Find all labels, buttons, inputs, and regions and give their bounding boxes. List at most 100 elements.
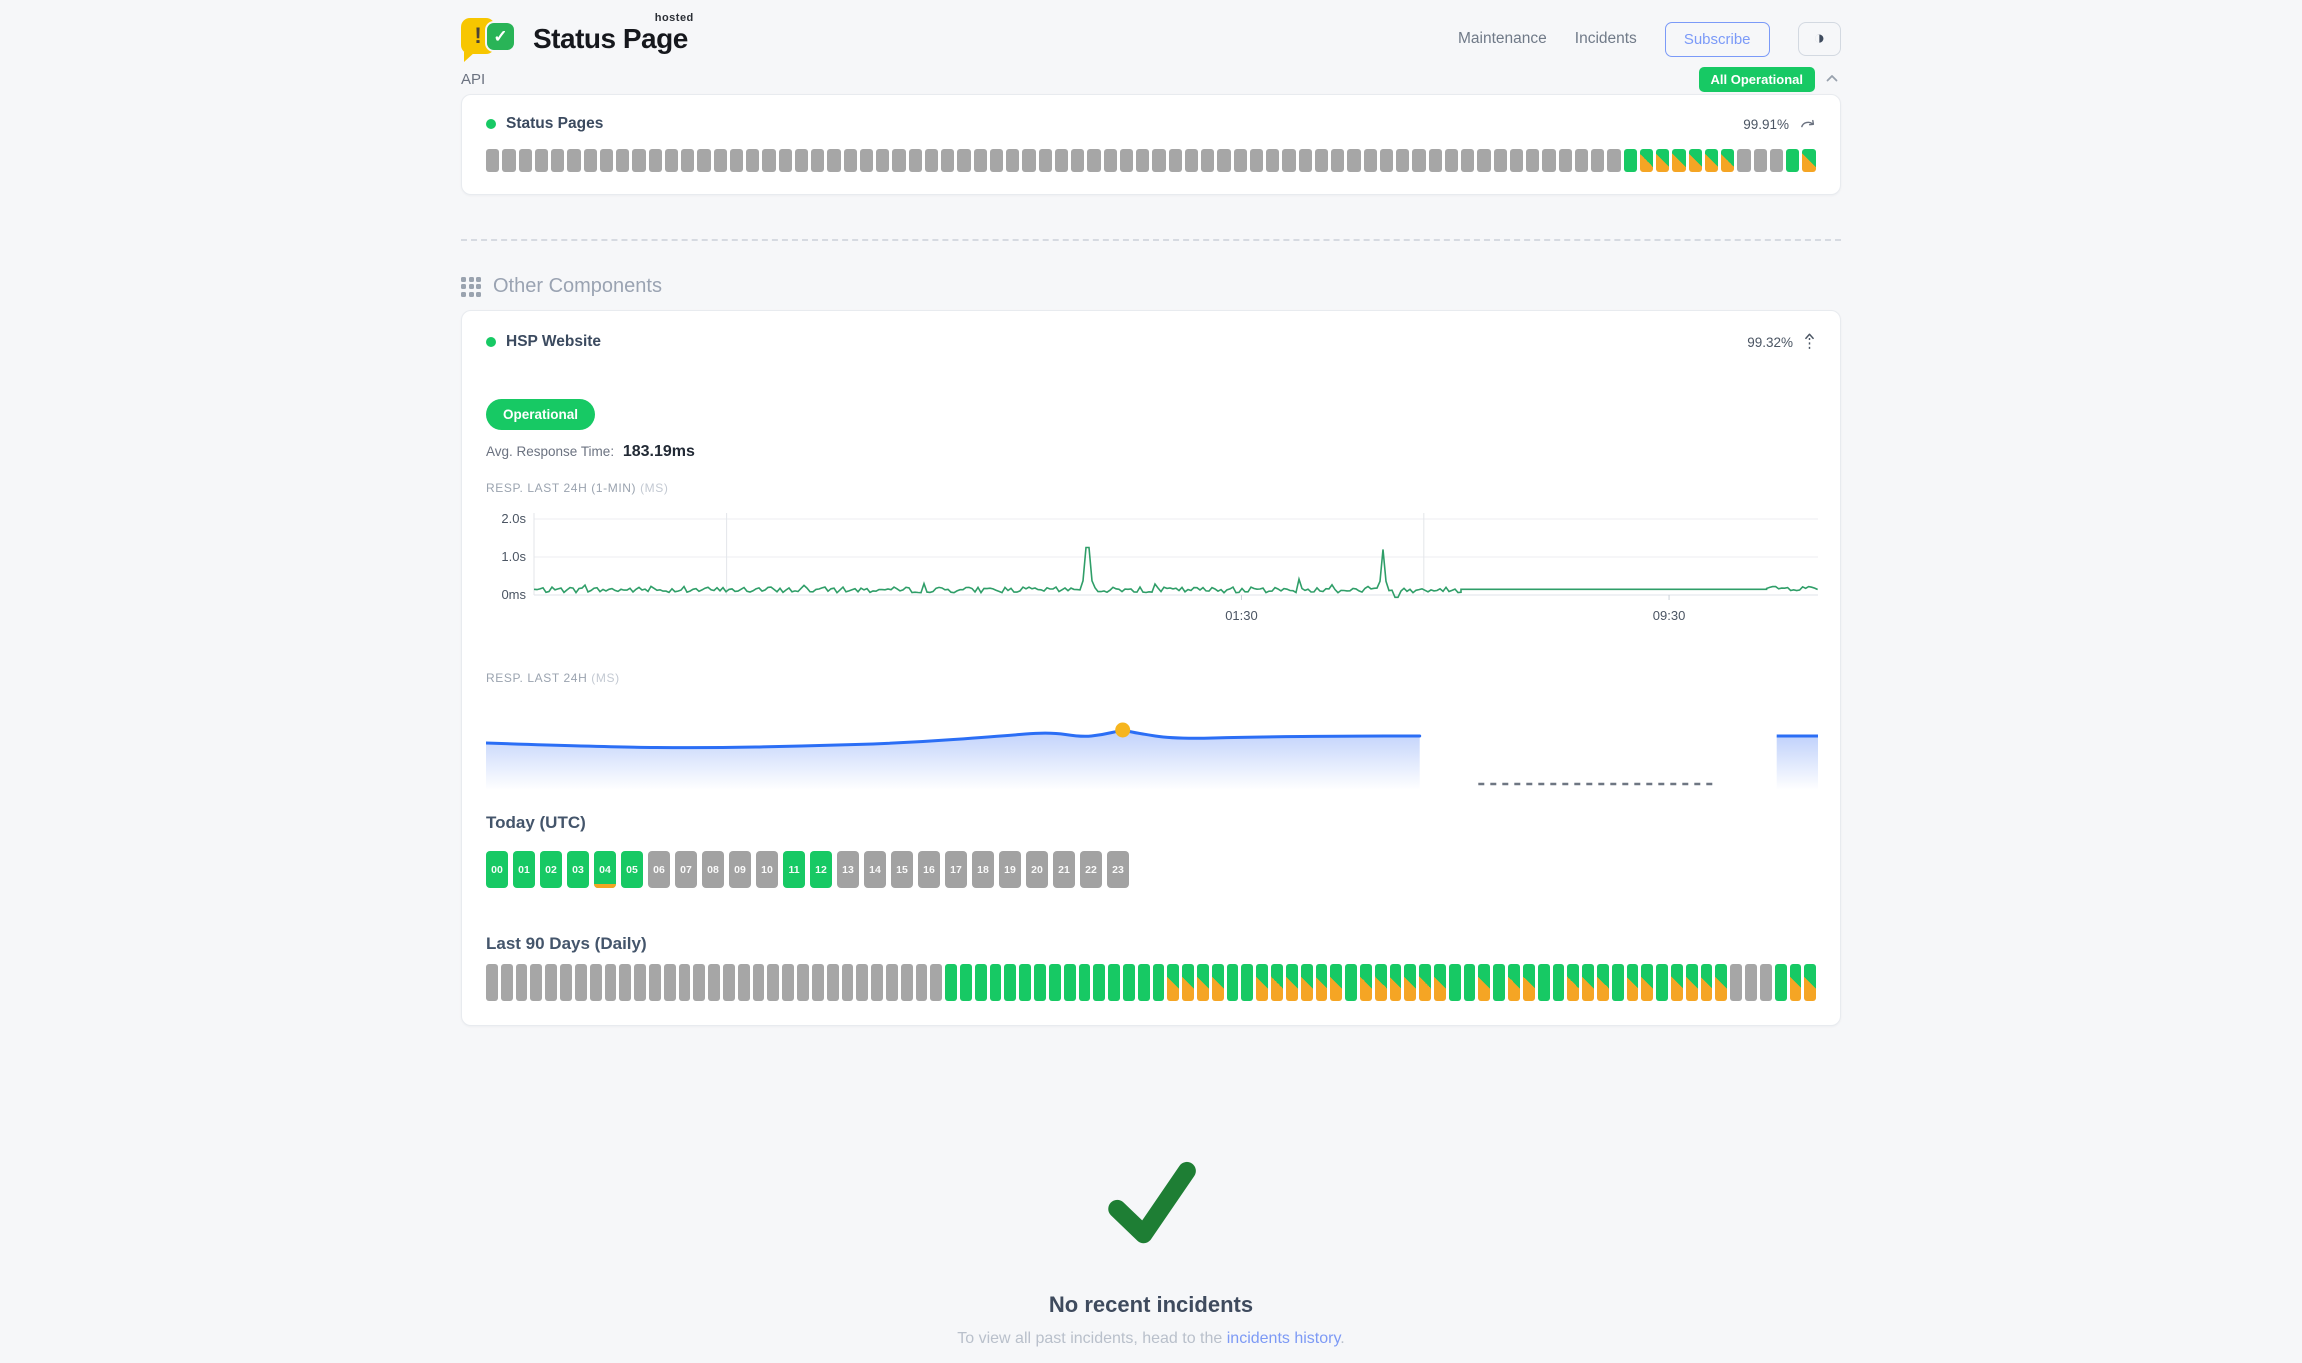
uptime-cell-nodata[interactable] [1494, 149, 1507, 172]
daily-cell-up[interactable] [1049, 964, 1061, 1001]
daily-cell-up[interactable] [1004, 964, 1016, 1001]
daily-cell-nodata[interactable] [649, 964, 661, 1001]
uptime-cell-nodata[interactable] [1575, 149, 1588, 172]
daily-cell-up[interactable] [1034, 964, 1046, 1001]
daily-cell-up[interactable] [1064, 964, 1076, 1001]
daily-cell-nodata[interactable] [560, 964, 572, 1001]
daily-cell-degraded[interactable] [1167, 964, 1179, 1001]
daily-cell-nodata[interactable] [871, 964, 883, 1001]
daily-cell-nodata[interactable] [916, 964, 928, 1001]
uptime-cell-nodata[interactable] [892, 149, 905, 172]
uptime-cell-nodata[interactable] [1607, 149, 1620, 172]
daily-cell-nodata[interactable] [723, 964, 735, 1001]
uptime-cell-nodata[interactable] [1737, 149, 1750, 172]
uptime-cell-nodata[interactable] [697, 149, 710, 172]
daily-cell-up[interactable] [1093, 964, 1105, 1001]
daily-cell-degraded[interactable] [1567, 964, 1579, 1001]
uptime-cell-nodata[interactable] [1152, 149, 1165, 172]
daily-cell-degraded[interactable] [1597, 964, 1609, 1001]
uptime-cell-degraded[interactable] [1672, 149, 1685, 172]
daily-cell-degraded[interactable] [1330, 964, 1342, 1001]
hour-block-04[interactable]: 04 [594, 851, 616, 888]
uptime-cell-nodata[interactable] [974, 149, 987, 172]
uptime-cell-nodata[interactable] [665, 149, 678, 172]
daily-cell-degraded[interactable] [1271, 964, 1283, 1001]
uptime-cell-nodata[interactable] [1770, 149, 1783, 172]
daily-cell-degraded[interactable] [1641, 964, 1653, 1001]
daily-cell-up[interactable] [1553, 964, 1565, 1001]
daily-cell-degraded[interactable] [1316, 964, 1328, 1001]
daily-cell-degraded[interactable] [1375, 964, 1387, 1001]
uptime-cell-nodata[interactable] [1364, 149, 1377, 172]
uptime-cell-degraded[interactable] [1689, 149, 1702, 172]
uptime-cell-nodata[interactable] [1445, 149, 1458, 172]
hour-block-09[interactable]: 09 [729, 851, 751, 888]
uptime-cell-nodata[interactable] [795, 149, 808, 172]
uptime-cell-nodata[interactable] [1071, 149, 1084, 172]
incidents-history-link[interactable]: incidents history [1227, 1330, 1341, 1347]
daily-cell-nodata[interactable] [516, 964, 528, 1001]
daily-cell-up[interactable] [1493, 964, 1505, 1001]
uptime-cell-nodata[interactable] [746, 149, 759, 172]
arrow-up-dashed-icon[interactable] [1803, 331, 1816, 353]
daily-cell-nodata[interactable] [634, 964, 646, 1001]
daily-cell-up[interactable] [945, 964, 957, 1001]
hour-block-22[interactable]: 22 [1080, 851, 1102, 888]
uptime-cell-nodata[interactable] [762, 149, 775, 172]
uptime-cell-nodata[interactable] [1185, 149, 1198, 172]
daily-cell-nodata[interactable] [738, 964, 750, 1001]
uptime-cell-nodata[interactable] [1542, 149, 1555, 172]
uptime-cell-nodata[interactable] [567, 149, 580, 172]
daily-cell-up[interactable] [1241, 964, 1253, 1001]
daily-cell-nodata[interactable] [619, 964, 631, 1001]
daily-cell-nodata[interactable] [679, 964, 691, 1001]
uptime-cell-nodata[interactable] [584, 149, 597, 172]
uptime-cell-nodata[interactable] [1380, 149, 1393, 172]
hour-block-03[interactable]: 03 [567, 851, 589, 888]
uptime-cell-nodata[interactable] [1510, 149, 1523, 172]
daily-cell-nodata[interactable] [753, 964, 765, 1001]
uptime-cell-nodata[interactable] [1396, 149, 1409, 172]
daily-cell-up[interactable] [975, 964, 987, 1001]
logo[interactable]: ! ✓ Status Page hosted [461, 16, 688, 62]
theme-toggle-button[interactable]: ◑ [1798, 22, 1841, 56]
uptime-cell-nodata[interactable] [616, 149, 629, 172]
uptime-cell-nodata[interactable] [1104, 149, 1117, 172]
uptime-cell-nodata[interactable] [1477, 149, 1490, 172]
daily-cell-up[interactable] [1123, 964, 1135, 1001]
hour-block-05[interactable]: 05 [621, 851, 643, 888]
uptime-cell-nodata[interactable] [844, 149, 857, 172]
uptime-cell-nodata[interactable] [1331, 149, 1344, 172]
daily-cell-nodata[interactable] [1760, 964, 1772, 1001]
hour-block-11[interactable]: 11 [783, 851, 805, 888]
uptime-cell-nodata[interactable] [600, 149, 613, 172]
uptime-cell-nodata[interactable] [1559, 149, 1572, 172]
hour-block-16[interactable]: 16 [918, 851, 940, 888]
uptime-cell-nodata[interactable] [876, 149, 889, 172]
uptime-cell-nodata[interactable] [519, 149, 532, 172]
uptime-cell-degraded[interactable] [1705, 149, 1718, 172]
uptime-cell-nodata[interactable] [860, 149, 873, 172]
daily-cell-nodata[interactable] [767, 964, 779, 1001]
uptime-cell-nodata[interactable] [486, 149, 499, 172]
subscribe-button[interactable]: Subscribe [1665, 22, 1770, 57]
hour-block-15[interactable]: 15 [891, 851, 913, 888]
daily-cell-nodata[interactable] [827, 964, 839, 1001]
daily-cell-degraded[interactable] [1301, 964, 1313, 1001]
daily-cell-degraded[interactable] [1286, 964, 1298, 1001]
daily-cell-up[interactable] [1138, 964, 1150, 1001]
uptime-cell-nodata[interactable] [1022, 149, 1035, 172]
uptime-cell-degraded[interactable] [1640, 149, 1653, 172]
uptime-cell-nodata[interactable] [1429, 149, 1442, 172]
daily-cell-degraded[interactable] [1212, 964, 1224, 1001]
daily-cell-up[interactable] [1449, 964, 1461, 1001]
uptime-cell-nodata[interactable] [1526, 149, 1539, 172]
hour-block-13[interactable]: 13 [837, 851, 859, 888]
daily-cell-nodata[interactable] [901, 964, 913, 1001]
uptime-cell-degraded[interactable] [1802, 149, 1815, 172]
daily-cell-degraded[interactable] [1523, 964, 1535, 1001]
uptime-cell-degraded[interactable] [1656, 149, 1669, 172]
uptime-cell-nodata[interactable] [535, 149, 548, 172]
daily-cell-nodata[interactable] [782, 964, 794, 1001]
uptime-cell-nodata[interactable] [1315, 149, 1328, 172]
